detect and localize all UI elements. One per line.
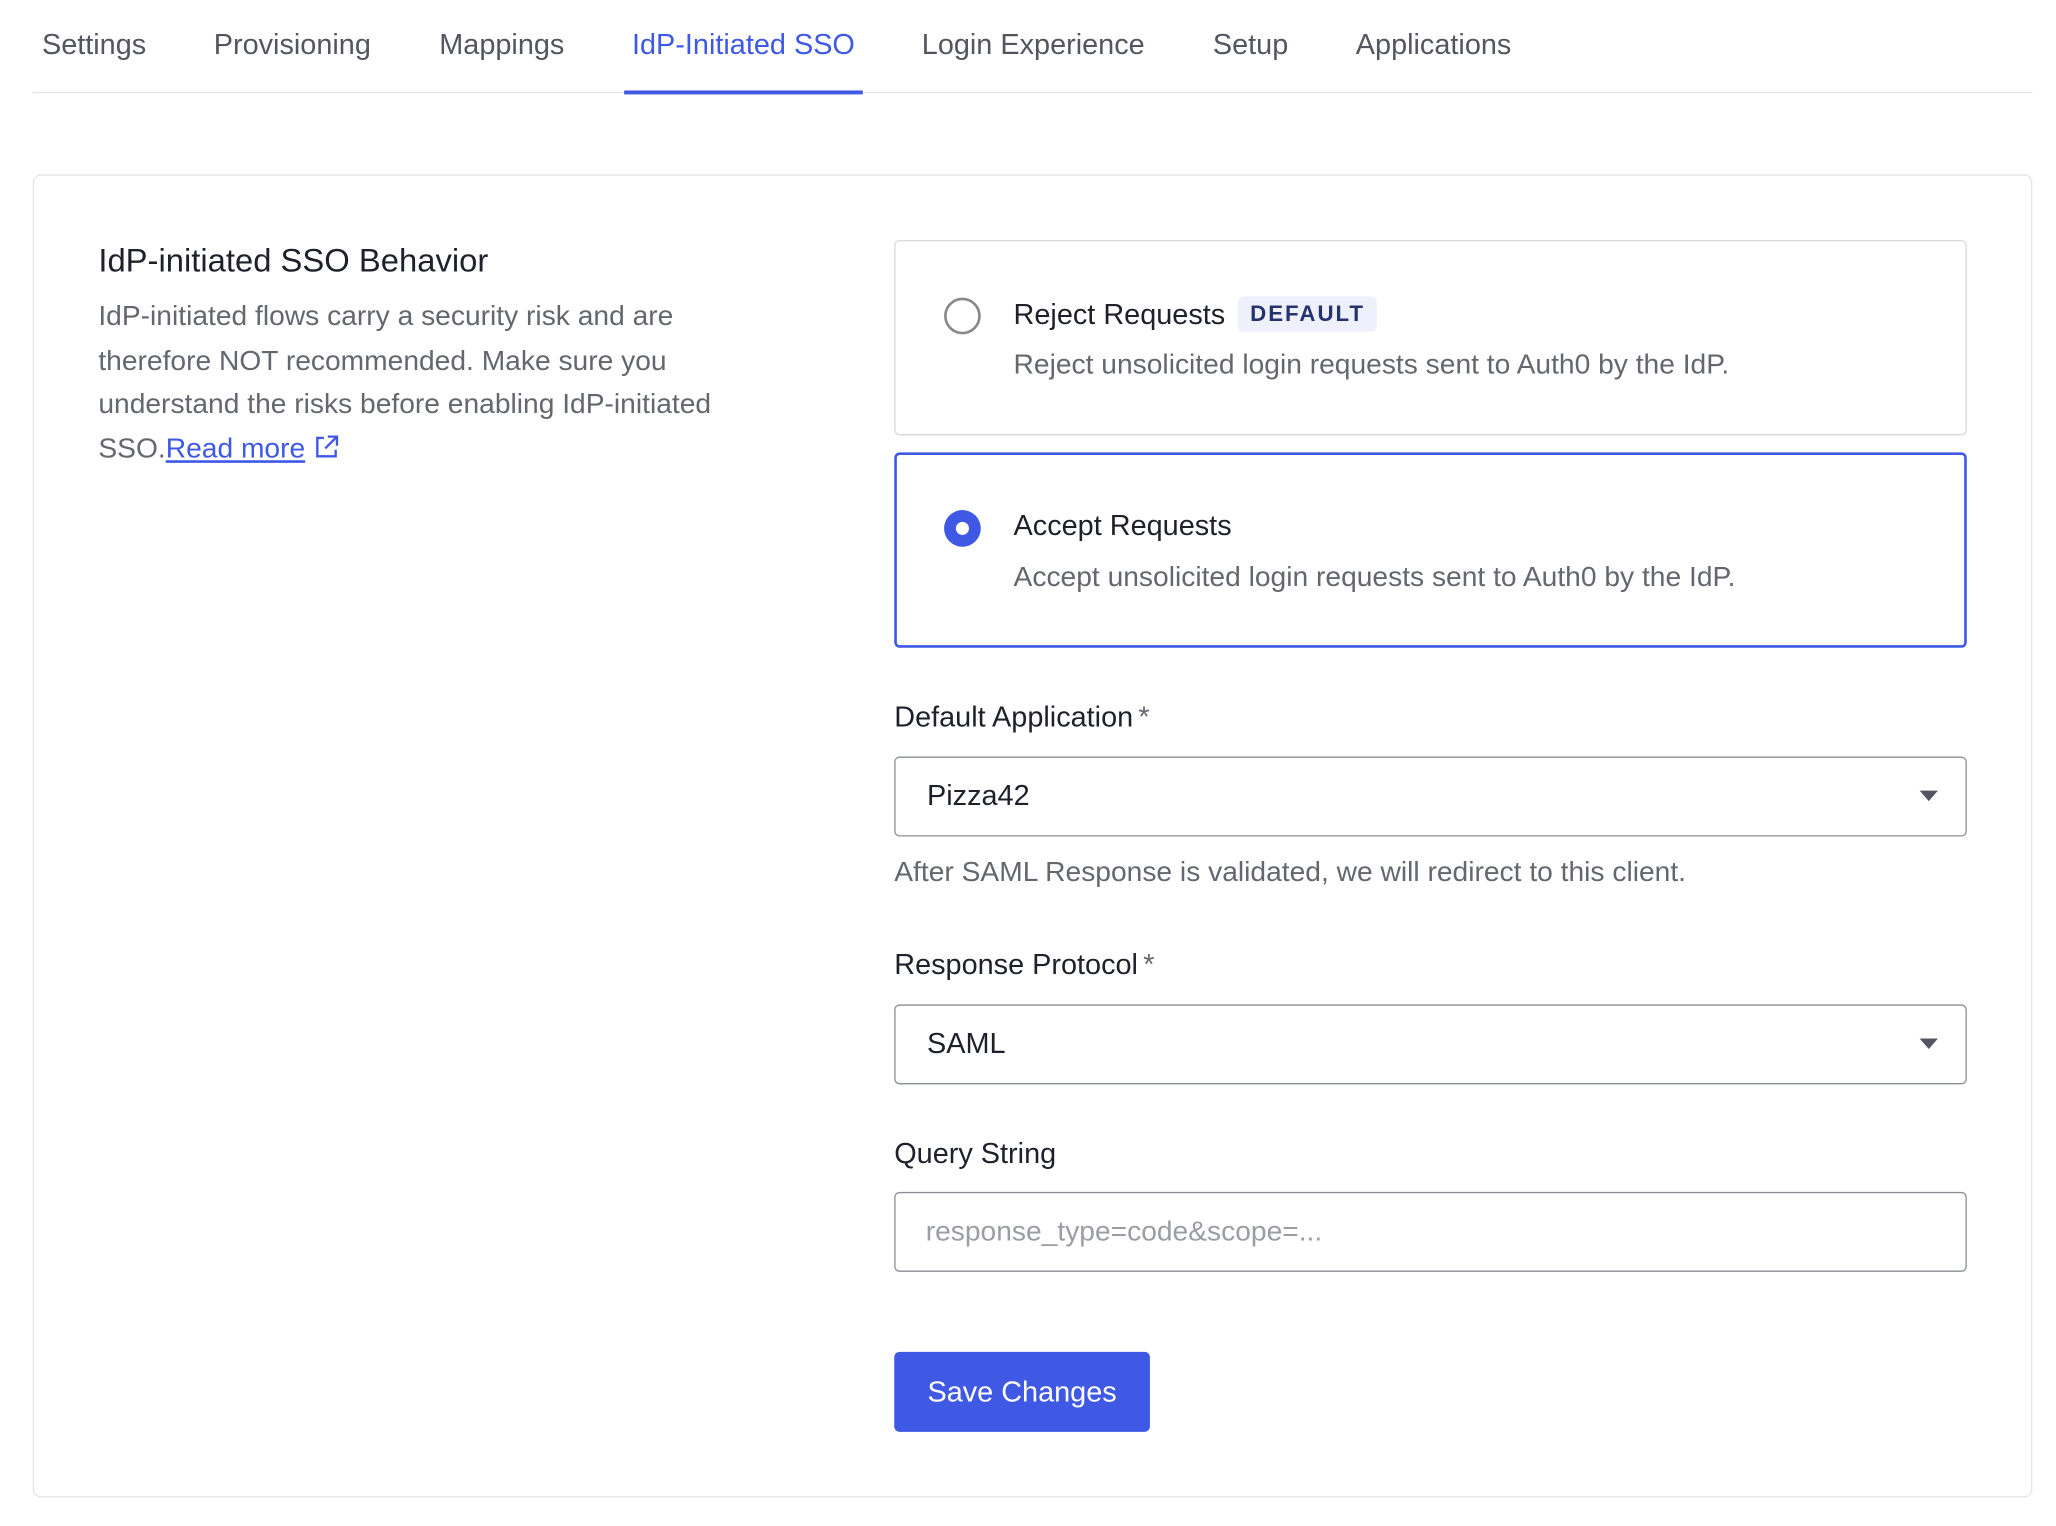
default-badge: DEFAULT	[1238, 296, 1377, 332]
tab-provisioning[interactable]: Provisioning	[214, 0, 371, 93]
response-protocol-label: Response Protocol *	[894, 948, 1154, 982]
response-protocol-label-text: Response Protocol	[894, 947, 1138, 981]
required-mark: *	[1138, 700, 1150, 733]
default-application-label: Default Application *	[894, 700, 1149, 734]
default-application-select[interactable]: Pizza42	[894, 756, 1967, 837]
reject-requests-label: Reject Requests	[1013, 297, 1226, 331]
caret-down-icon	[1919, 1038, 1938, 1049]
read-more-label: Read more	[165, 432, 306, 464]
tab-settings[interactable]: Settings	[42, 0, 146, 93]
response-protocol-value: SAML	[927, 1026, 1006, 1060]
section-description: IdP-initiated flows carry a security ris…	[98, 295, 780, 473]
section-title: IdP-initiated SSO Behavior	[98, 242, 489, 280]
required-mark: *	[1143, 947, 1155, 981]
query-string-label: Query String	[894, 1136, 1057, 1170]
tab-setup[interactable]: Setup	[1213, 0, 1288, 93]
accept-requests-title: Accept Requests	[1013, 508, 1232, 542]
reject-requests-option[interactable]: Reject Requests DEFAULT Reject unsolicite…	[894, 239, 1967, 436]
tab-bar: Settings Provisioning Mappings IdP-Initi…	[32, 0, 2033, 95]
default-application-label-text: Default Application	[894, 700, 1134, 733]
caret-down-icon	[1919, 790, 1938, 802]
read-more-link[interactable]: Read more	[166, 432, 305, 463]
reject-requests-title: Reject Requests DEFAULT	[1013, 296, 1377, 332]
response-protocol-select[interactable]: SAML	[894, 1004, 1967, 1085]
idp-initiated-sso-page: Settings Provisioning Mappings IdP-Initi…	[0, 0, 2056, 1526]
query-string-field[interactable]	[894, 1191, 1967, 1272]
accept-requests-radio[interactable]	[944, 510, 981, 547]
tab-login-experience[interactable]: Login Experience	[922, 0, 1145, 93]
external-link-icon[interactable]	[313, 429, 339, 473]
reject-requests-radio[interactable]	[944, 297, 981, 335]
accept-requests-option[interactable]: Accept Requests Accept unsolicited login…	[894, 452, 1967, 648]
default-application-helper: After SAML Response is validated, we wil…	[894, 856, 1687, 888]
query-string-input[interactable]	[895, 1193, 1966, 1271]
tab-applications[interactable]: Applications	[1356, 0, 1512, 93]
reject-requests-description: Reject unsolicited login requests sent t…	[1013, 348, 1730, 381]
tab-idp-initiated-sso[interactable]: IdP-Initiated SSO	[624, 0, 863, 95]
save-changes-button[interactable]: Save Changes	[894, 1351, 1150, 1432]
tab-mappings[interactable]: Mappings	[439, 0, 564, 93]
accept-requests-description: Accept unsolicited login requests sent t…	[1013, 561, 1736, 593]
default-application-value: Pizza42	[927, 778, 1030, 812]
